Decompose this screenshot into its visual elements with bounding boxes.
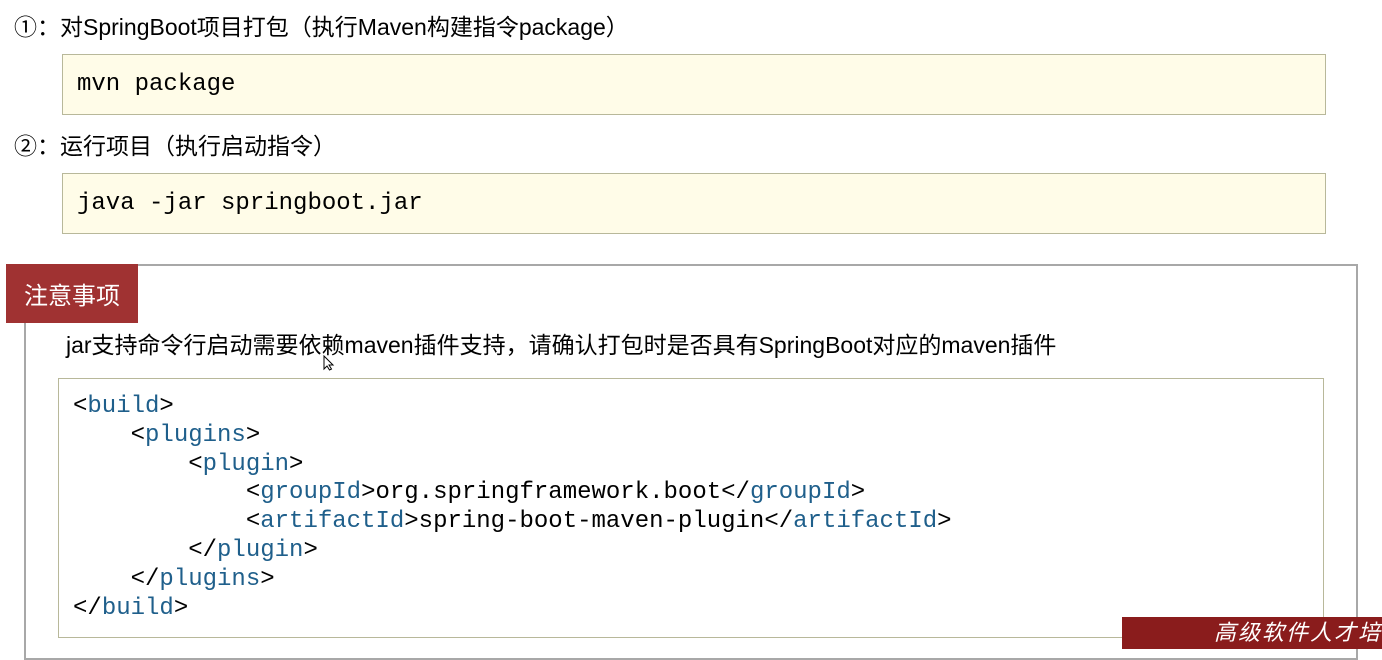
notice-panel: 注意事项 jar支持命令行启动需要依赖maven插件支持，请确认打包时是否具有S… [24, 264, 1358, 660]
step-2-heading: ②：运行项目（执行启动指令） [14, 127, 1374, 161]
step-1-heading: ①：对SpringBoot项目打包（执行Maven构建指令package） [14, 8, 1374, 42]
footer-banner: 高级软件人才培 [1122, 617, 1382, 649]
command-text-2: java -jar springboot.jar [77, 190, 423, 217]
xml-code-block: <build> <plugins> <plugin> <groupId>org.… [58, 378, 1324, 638]
footer-banner-text: 高级软件人才培 [1214, 617, 1382, 647]
command-box-1: mvn package [62, 54, 1326, 115]
command-box-2: java -jar springboot.jar [62, 173, 1326, 234]
cursor-icon [322, 355, 338, 376]
xml-pre: <build> <plugins> <plugin> <groupId>org.… [73, 393, 1309, 623]
notice-badge: 注意事项 [6, 264, 138, 323]
notice-description: jar支持命令行启动需要依赖maven插件支持，请确认打包时是否具有Spring… [66, 326, 1324, 360]
command-text-1: mvn package [77, 71, 235, 98]
